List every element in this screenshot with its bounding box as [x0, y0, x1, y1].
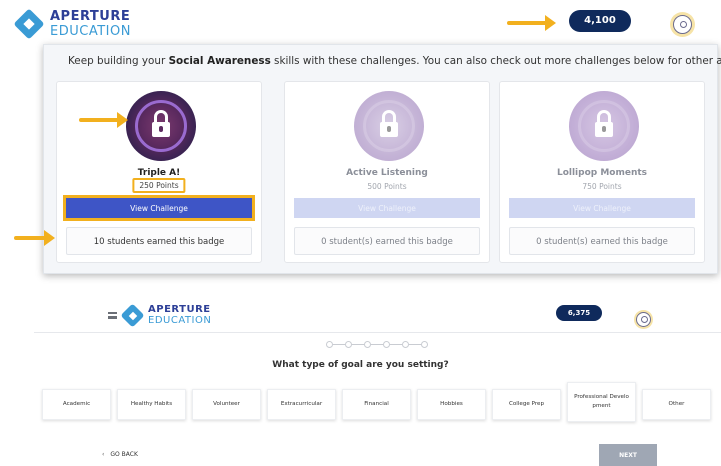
- aperture-logo-icon: [13, 8, 45, 40]
- challenge-title: Lollipop Moments: [556, 168, 648, 178]
- intro-text: Keep building your Social Awareness skil…: [68, 55, 721, 67]
- challenge-title: Active Listening: [346, 168, 428, 178]
- challenge-points: 250 Points: [132, 178, 186, 193]
- goal-option-college-prep[interactable]: College Prep: [492, 389, 561, 420]
- step-dot: [345, 341, 352, 348]
- lock-icon: [380, 110, 398, 140]
- badge-image[interactable]: [354, 91, 424, 161]
- goal-option-hobbies[interactable]: Hobbies: [417, 389, 486, 420]
- view-challenge-button[interactable]: View Challenge: [66, 198, 252, 218]
- view-challenge-button[interactable]: View Challenge: [509, 198, 695, 218]
- logo-text-aperture: APERTURE: [50, 9, 131, 24]
- aperture-logo[interactable]: APERTURE EDUCATION: [120, 303, 212, 328]
- chevron-left-icon: ‹: [102, 451, 105, 458]
- next-button[interactable]: NEXT: [599, 444, 657, 466]
- arrow-icon: [79, 112, 128, 128]
- challenge-card-active-listening: Active Listening 500 Points View Challen…: [284, 81, 490, 263]
- goal-option-academic[interactable]: Academic: [42, 389, 111, 420]
- badge-image[interactable]: [126, 91, 196, 161]
- goal-option-other[interactable]: Other: [642, 389, 711, 420]
- goal-type-options: Academic Healthy Habits Volunteer Extrac…: [42, 382, 712, 423]
- badge-image[interactable]: [569, 91, 639, 161]
- goal-option-professional-development[interactable]: Professional Develo pment: [567, 382, 636, 422]
- step-dot: [364, 341, 371, 348]
- step-dot: [402, 341, 409, 348]
- goal-question: What type of goal are you setting?: [272, 360, 449, 370]
- badge-earned-count: 0 student(s) earned this badge: [509, 227, 695, 255]
- user-avatar-icon[interactable]: [636, 312, 651, 327]
- view-challenge-button[interactable]: View Challenge: [294, 198, 480, 218]
- goal-option-extracurricular[interactable]: Extracurricular: [267, 389, 336, 420]
- go-back-link[interactable]: ‹ GO BACK: [102, 451, 138, 458]
- challenges-panel: Keep building your Social Awareness skil…: [43, 44, 721, 274]
- logo-text-education: EDUCATION: [148, 315, 212, 326]
- challenge-points: 500 Points: [367, 182, 407, 191]
- aperture-logo-icon: [120, 303, 145, 328]
- menu-icon[interactable]: [108, 312, 117, 319]
- step-dot: [383, 341, 390, 348]
- challenge-title: Triple A!: [137, 168, 181, 178]
- challenge-card-lollipop-moments: Lollipop Moments 750 Points View Challen…: [499, 81, 705, 263]
- logo-text-education: EDUCATION: [50, 24, 131, 39]
- points-badge: 4,100: [569, 10, 631, 32]
- lock-icon: [152, 110, 170, 140]
- logo-text-aperture: APERTURE: [148, 304, 211, 315]
- user-avatar-icon[interactable]: [673, 15, 692, 34]
- arrow-icon: [14, 230, 55, 246]
- goal-option-healthy-habits[interactable]: Healthy Habits: [117, 389, 186, 420]
- challenge-points: 750 Points: [582, 182, 622, 191]
- badge-earned-count: 0 student(s) earned this badge: [294, 227, 480, 255]
- step-progress-indicator: [326, 341, 431, 349]
- goal-option-financial[interactable]: Financial: [342, 389, 411, 420]
- intro-skill-area: Social Awareness: [168, 55, 271, 67]
- lock-icon: [595, 110, 613, 140]
- badge-earned-count[interactable]: 10 students earned this badge: [66, 227, 252, 255]
- challenge-card-triple-a: Triple A! 250 Points View Challenge 10 s…: [56, 81, 262, 263]
- goal-option-volunteer[interactable]: Volunteer: [192, 389, 261, 420]
- points-badge: 6,375: [556, 305, 602, 321]
- header-divider: [34, 332, 721, 333]
- arrow-icon: [507, 15, 556, 31]
- step-dot: [326, 341, 333, 348]
- step-dot: [421, 341, 428, 348]
- go-back-label: GO BACK: [110, 451, 138, 458]
- aperture-logo[interactable]: APERTURE EDUCATION: [13, 8, 131, 40]
